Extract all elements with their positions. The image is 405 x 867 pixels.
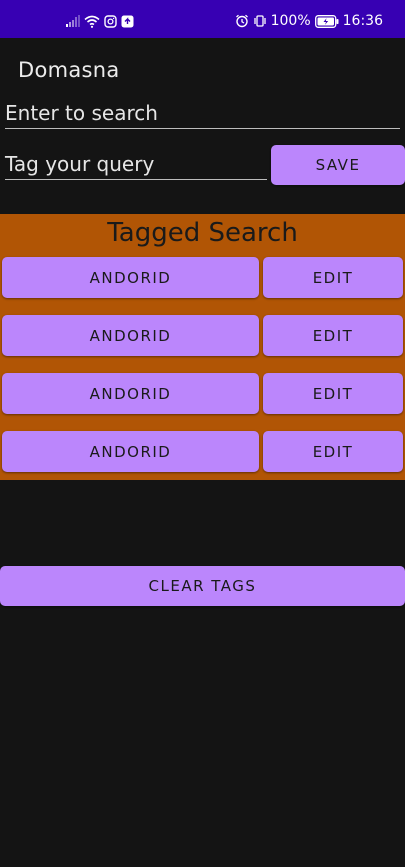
search-input[interactable]: Enter to search <box>5 100 400 129</box>
tag-button[interactable]: ANDORID <box>2 431 259 472</box>
status-left-icons <box>66 12 134 30</box>
tagged-search-title: Tagged Search <box>107 218 298 248</box>
alarm-icon <box>235 14 249 28</box>
edit-tag-button[interactable]: EDIT <box>263 373 403 414</box>
tag-row: ANDORID EDIT <box>0 431 405 472</box>
wifi-icon <box>84 15 100 28</box>
save-button[interactable]: SAVE <box>271 145 405 185</box>
edit-tag-button[interactable]: EDIT <box>263 431 403 472</box>
app-notification-icon <box>121 15 134 28</box>
tag-button[interactable]: ANDORID <box>2 315 259 356</box>
edit-tag-button[interactable]: EDIT <box>263 315 403 356</box>
tag-row: ANDORID EDIT <box>0 257 405 298</box>
tag-row: ANDORID EDIT <box>0 315 405 356</box>
tag-input[interactable]: Tag your query <box>5 151 267 180</box>
clear-tags-button[interactable]: CLEAR TAGS <box>0 566 405 606</box>
signal-icon <box>66 15 80 27</box>
status-time: 16:36 <box>342 13 383 29</box>
instagram-icon <box>104 14 117 28</box>
tag-button[interactable]: ANDORID <box>2 257 259 298</box>
tagged-search-panel: Tagged Search ANDORID EDIT ANDORID EDIT … <box>0 214 405 480</box>
status-right-icons: 100% 16:36 <box>235 12 383 30</box>
battery-charging-icon <box>314 14 339 28</box>
status-bar: 100% 16:36 <box>0 0 405 38</box>
app-title: Domasna <box>18 58 120 82</box>
tag-button[interactable]: ANDORID <box>2 373 259 414</box>
battery-percent: 100% <box>270 13 311 29</box>
vibrate-icon <box>253 14 267 28</box>
tag-row: ANDORID EDIT <box>0 373 405 414</box>
edit-tag-button[interactable]: EDIT <box>263 257 403 298</box>
